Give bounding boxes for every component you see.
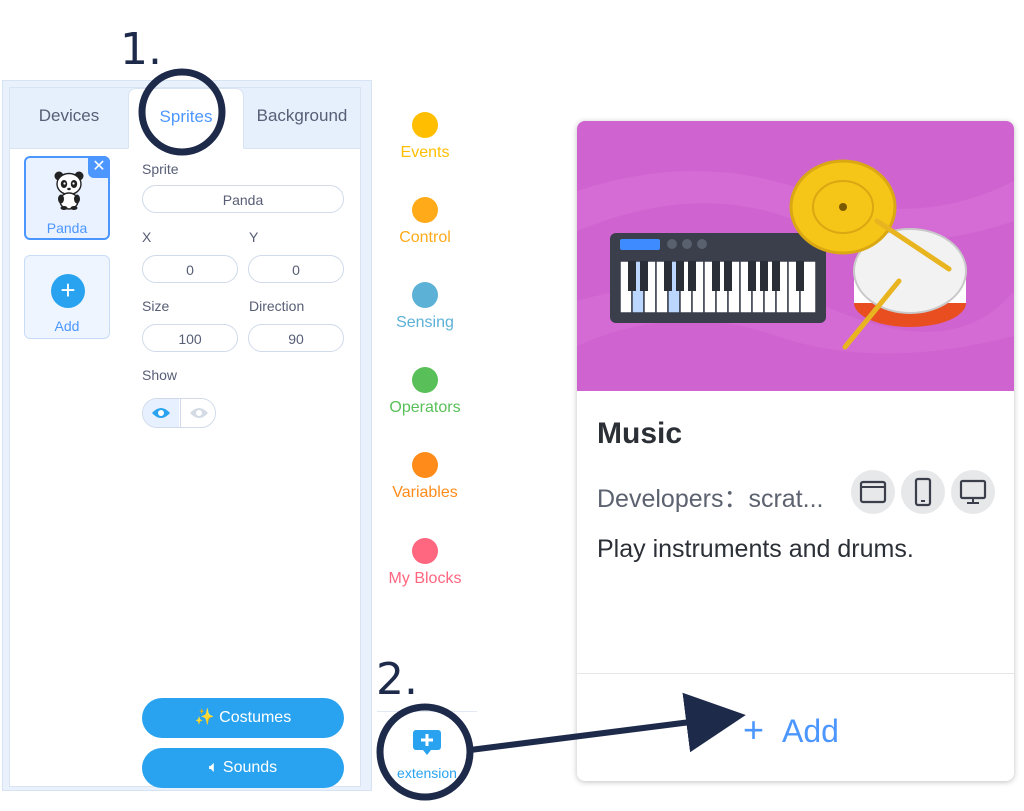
tab-bar: Devices Sprites Background [10, 88, 360, 149]
extension-button[interactable]: extension [377, 711, 477, 792]
delete-sprite-button[interactable]: ✕ [88, 156, 110, 178]
tab-background[interactable]: Background [244, 88, 360, 148]
browser-icon [851, 470, 895, 514]
costumes-button[interactable]: ✨ Costumes [142, 698, 344, 738]
music-extension-card: Music Developers：scrat... Play instrumen… [577, 121, 1014, 781]
y-field[interactable]: 0 [248, 255, 344, 283]
desktop-icon [951, 470, 995, 514]
extension-title: Music [597, 417, 683, 450]
costumes-label: Costumes [219, 709, 292, 726]
extension-developers: Developers：scrat... [597, 485, 824, 513]
control-dot-icon [412, 197, 438, 223]
category-variables[interactable]: Variables [373, 452, 477, 502]
add-extension-label: Add [782, 713, 839, 749]
add-sprite-label: Add [54, 318, 80, 334]
category-label: My Blocks [388, 570, 462, 587]
sprite-name-label: Sprite [142, 161, 179, 177]
category-control[interactable]: Control [373, 197, 477, 247]
costumes-icon: ✨ [194, 709, 220, 726]
sprite-panel-inner: Devices Sprites Background ✕ Panda + Add… [9, 87, 361, 788]
events-dot-icon [412, 112, 438, 138]
y-label: Y [249, 229, 259, 245]
eye-closed-icon [190, 408, 208, 418]
keyboard-icon [610, 233, 826, 323]
speaker-icon: 🔈︎ [208, 759, 223, 776]
show-visible-toggle[interactable] [143, 399, 179, 427]
size-field[interactable]: 100 [142, 324, 238, 352]
category-events[interactable]: Events [373, 112, 477, 162]
category-my-blocks[interactable]: My Blocks [373, 538, 477, 588]
extension-description: Play instruments and drums. [597, 535, 914, 563]
show-hidden-toggle[interactable] [180, 399, 215, 427]
category-operators[interactable]: Operators [373, 367, 477, 417]
plus-icon: + [51, 274, 85, 308]
variables-dot-icon [412, 452, 438, 478]
sprite-panel: Devices Sprites Background ✕ Panda + Add… [2, 80, 372, 791]
extension-add-icon [413, 730, 441, 755]
plus-icon: + [743, 709, 765, 750]
size-label: Size [142, 298, 170, 314]
eye-icon [152, 408, 170, 418]
category-label: Sensing [396, 314, 454, 331]
category-label: Control [399, 229, 451, 246]
sprite-name-field[interactable]: Panda [142, 185, 344, 213]
music-hero-image [577, 121, 1014, 391]
tab-devices[interactable]: Devices [10, 88, 128, 148]
card-divider [577, 673, 1014, 674]
add-extension-button[interactable]: + Add [743, 709, 839, 751]
x-field[interactable]: 0 [142, 255, 238, 283]
extension-label: extension [397, 765, 457, 781]
sounds-button[interactable]: 🔈︎ Sounds [142, 748, 344, 788]
sprite-name-label: Panda [46, 220, 88, 236]
direction-field[interactable]: 90 [248, 324, 344, 352]
sprite-thumbnail-panda[interactable]: ✕ Panda [24, 156, 110, 240]
category-sensing[interactable]: Sensing [373, 282, 477, 332]
category-label: Operators [389, 399, 461, 416]
mobile-icon [901, 470, 945, 514]
category-label: Events [400, 144, 450, 161]
x-label: X [142, 229, 152, 245]
panda-icon [54, 171, 84, 210]
step-number-2: 2. [376, 654, 418, 705]
direction-label: Direction [249, 298, 305, 314]
category-label: Variables [392, 484, 458, 501]
music-illustration [577, 159, 1014, 354]
add-sprite-button[interactable]: + Add [24, 255, 110, 339]
tab-sprites[interactable]: Sprites [128, 88, 244, 149]
sounds-label: Sounds [222, 759, 278, 776]
step-number-1: 1. [120, 24, 162, 75]
my-blocks-dot-icon [412, 538, 438, 564]
show-label: Show [142, 367, 178, 383]
show-toggle [142, 398, 216, 428]
sensing-dot-icon [412, 282, 438, 308]
operators-dot-icon [412, 367, 438, 393]
